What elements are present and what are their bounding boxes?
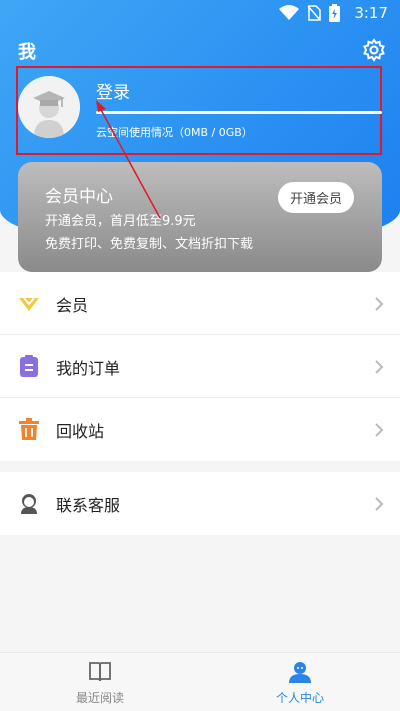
nav-label: 最近阅读 xyxy=(75,691,124,705)
menu-item-label: 我的订单 xyxy=(56,359,121,378)
chevron-right-icon xyxy=(375,360,384,374)
page-title: 我 xyxy=(18,42,36,63)
trash-icon xyxy=(19,418,39,440)
menu-item-label: 回收站 xyxy=(56,422,105,441)
person-icon xyxy=(289,662,311,683)
member-center-card[interactable]: 会员中心 开通会员，首月低至9.9元 免费打印、免费复制、文档折扣下载 开通会员 xyxy=(18,162,382,272)
no-sim-icon xyxy=(307,5,322,21)
menu-item-vip[interactable]: 会员 xyxy=(0,272,400,335)
support-menu: 联系客服 xyxy=(0,472,400,535)
nav-recent-reading[interactable]: 最近阅读 xyxy=(0,653,200,711)
storage-progress-bar xyxy=(96,111,382,114)
open-membership-button[interactable]: 开通会员 xyxy=(277,182,354,213)
profile-login-area[interactable]: 登录 云空间使用情况（0MB / 0GB） xyxy=(16,66,382,155)
chevron-right-icon xyxy=(375,423,384,437)
chevron-right-icon xyxy=(375,497,384,511)
chevron-right-icon xyxy=(375,297,384,311)
vip-diamond-icon xyxy=(19,297,39,311)
nav-personal-center[interactable]: 个人中心 xyxy=(200,653,400,711)
avatar[interactable] xyxy=(18,76,80,138)
menu-item-customer-service[interactable]: 联系客服 xyxy=(0,472,400,535)
bottom-navigation: 最近阅读 个人中心 xyxy=(0,652,400,711)
menu-item-orders[interactable]: 我的订单 xyxy=(0,335,400,398)
battery-charging-icon xyxy=(329,4,341,22)
storage-usage-text: 云空间使用情况（0MB / 0GB） xyxy=(96,126,253,139)
menu-item-recycle-bin[interactable]: 回收站 xyxy=(0,398,400,461)
graduate-avatar-icon xyxy=(18,76,80,138)
member-card-benefits: 免费打印、免费复制、文档折扣下载 xyxy=(45,237,254,252)
member-card-title: 会员中心 xyxy=(45,187,113,207)
nav-label: 个人中心 xyxy=(275,691,324,705)
customer-service-icon xyxy=(21,494,37,514)
gear-icon[interactable] xyxy=(362,38,386,62)
wifi-icon xyxy=(279,5,300,20)
menu-list: 会员 我的订单 回收站 xyxy=(0,272,400,461)
member-card-promo: 开通会员，首月低至9.9元 xyxy=(45,214,196,229)
book-icon xyxy=(89,662,111,682)
login-label[interactable]: 登录 xyxy=(96,78,130,103)
menu-item-label: 联系客服 xyxy=(56,496,121,515)
clipboard-icon xyxy=(20,355,38,377)
status-bar: 3:17 xyxy=(0,0,400,28)
status-time: 3:17 xyxy=(354,4,388,22)
menu-item-label: 会员 xyxy=(56,296,89,315)
